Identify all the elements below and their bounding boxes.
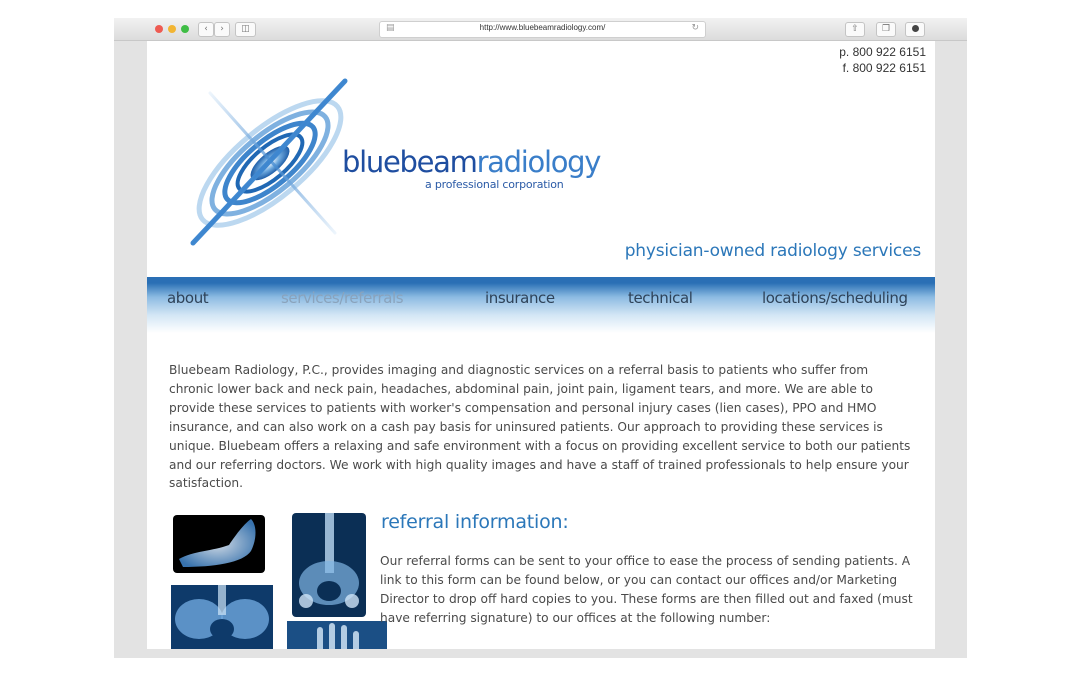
referral-paragraph: Our referral forms can be sent to your o… [380,554,913,625]
main-nav: about services/referrals insurance techn… [147,277,935,333]
download-icon [911,25,919,32]
referral-title: referral information: [381,511,569,533]
brand-name-part1: bluebeam [342,145,478,179]
forward-button[interactable]: › [214,22,230,37]
tabs-button[interactable]: ❐ [876,22,896,37]
nav-item-insurance[interactable]: insurance [485,289,555,307]
nav-item-about[interactable]: about [167,289,209,307]
nav-item-technical[interactable]: technical [628,289,693,307]
sidebar-button[interactable]: ◫ [235,22,256,37]
reload-icon[interactable]: ↻ [691,23,699,33]
share-button[interactable]: ⇧ [845,22,865,37]
phone-number: p. 800 922 6151 [839,45,926,59]
sidebar-icon: ◫ [241,24,250,34]
browser-window: ‹ › ◫ ▤ http://www.bluebeamradiology.com… [114,18,967,658]
back-button[interactable]: ‹ [198,22,214,37]
browser-toolbar: ‹ › ◫ ▤ http://www.bluebeamradiology.com… [114,18,967,41]
nav-item-locations-scheduling[interactable]: locations/scheduling [762,289,908,307]
download-button[interactable] [905,22,925,37]
url-text: http://www.bluebeamradiology.com/ [479,23,606,32]
address-bar[interactable]: ▤ http://www.bluebeamradiology.com/ ↻ [379,21,706,38]
spine-xray-image [292,513,366,617]
minimize-dot[interactable] [168,25,176,33]
tagline: physician-owned radiology services [624,241,922,261]
spiral-logo-graphic [190,78,348,246]
brand-subtitle: a professional corporation [425,178,564,191]
close-dot[interactable] [155,25,163,33]
zoom-dot[interactable] [181,25,189,33]
chevron-right-icon: › [220,24,224,34]
brand-name: bluebeamradiology [342,145,602,179]
brand-name-part2: radiology [476,145,602,179]
chevron-left-icon: ‹ [204,24,208,34]
fax-number: f. 800 922 6151 [842,61,926,75]
foot-xray-image [173,515,265,573]
pelvis-xray-image [171,585,273,649]
contact-info: p. 800 922 6151 f. 800 922 6151 [839,44,926,76]
tabs-icon: ❐ [881,24,891,34]
hand-xray-image [287,621,387,649]
nav-item-services-referrals[interactable]: services/referrals [281,289,404,307]
intro-paragraph: Bluebeam Radiology, P.C., provides imagi… [169,363,911,491]
web-page: p. 800 922 6151 f. 800 922 6151 bluebeam… [147,41,935,649]
share-icon: ⇧ [851,24,859,34]
